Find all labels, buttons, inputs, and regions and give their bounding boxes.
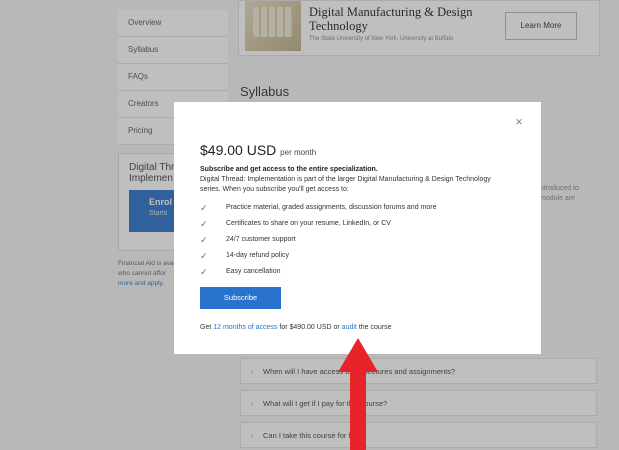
check-icon: ✓ (200, 235, 208, 245)
footnote-suffix: the course (358, 324, 392, 331)
price-period: per month (280, 148, 317, 157)
price-amount: $49.00 USD (200, 142, 277, 158)
red-up-arrow-icon (338, 338, 378, 450)
check-icon: ✓ (200, 203, 208, 213)
subscribe-button[interactable]: Subscribe (200, 287, 281, 309)
annual-access-link[interactable]: 12 months of access (213, 324, 277, 331)
annual-audit-note: Get 12 months of access for $490.00 USD … (200, 324, 392, 331)
benefit-item: ✓ 14-day refund policy (200, 248, 520, 264)
benefit-text: Easy cancellation (226, 268, 281, 275)
subscription-heading: Subscribe and get access to the entire s… (200, 166, 378, 173)
subscription-price: $49.00 USD per month (200, 142, 316, 158)
audit-link[interactable]: audit (342, 324, 357, 331)
check-icon: ✓ (200, 251, 208, 261)
benefit-item: ✓ Certificates to share on your resume, L… (200, 216, 520, 232)
benefit-text: Practice material, graded assignments, d… (226, 204, 437, 211)
benefit-text: Certificates to share on your resume, Li… (226, 220, 391, 227)
footnote-prefix: Get (200, 324, 212, 331)
benefit-text: 24/7 customer support (226, 236, 296, 243)
benefit-text: 14-day refund policy (226, 252, 290, 259)
footnote-middle: for $490.00 USD or (279, 324, 340, 331)
check-icon: ✓ (200, 267, 208, 277)
benefit-item: ✓ Practice material, graded assignments, … (200, 200, 520, 216)
subscription-modal: × $49.00 USD per month Subscribe and get… (174, 102, 541, 354)
close-icon[interactable]: × (513, 115, 525, 128)
check-icon: ✓ (200, 219, 208, 229)
benefit-item: ✓ 24/7 customer support (200, 232, 520, 248)
benefit-item: ✓ Easy cancellation (200, 264, 520, 280)
benefits-list: ✓ Practice material, graded assignments, … (200, 200, 520, 280)
subscription-description: Digital Thread: Implementation is part o… (200, 176, 491, 193)
